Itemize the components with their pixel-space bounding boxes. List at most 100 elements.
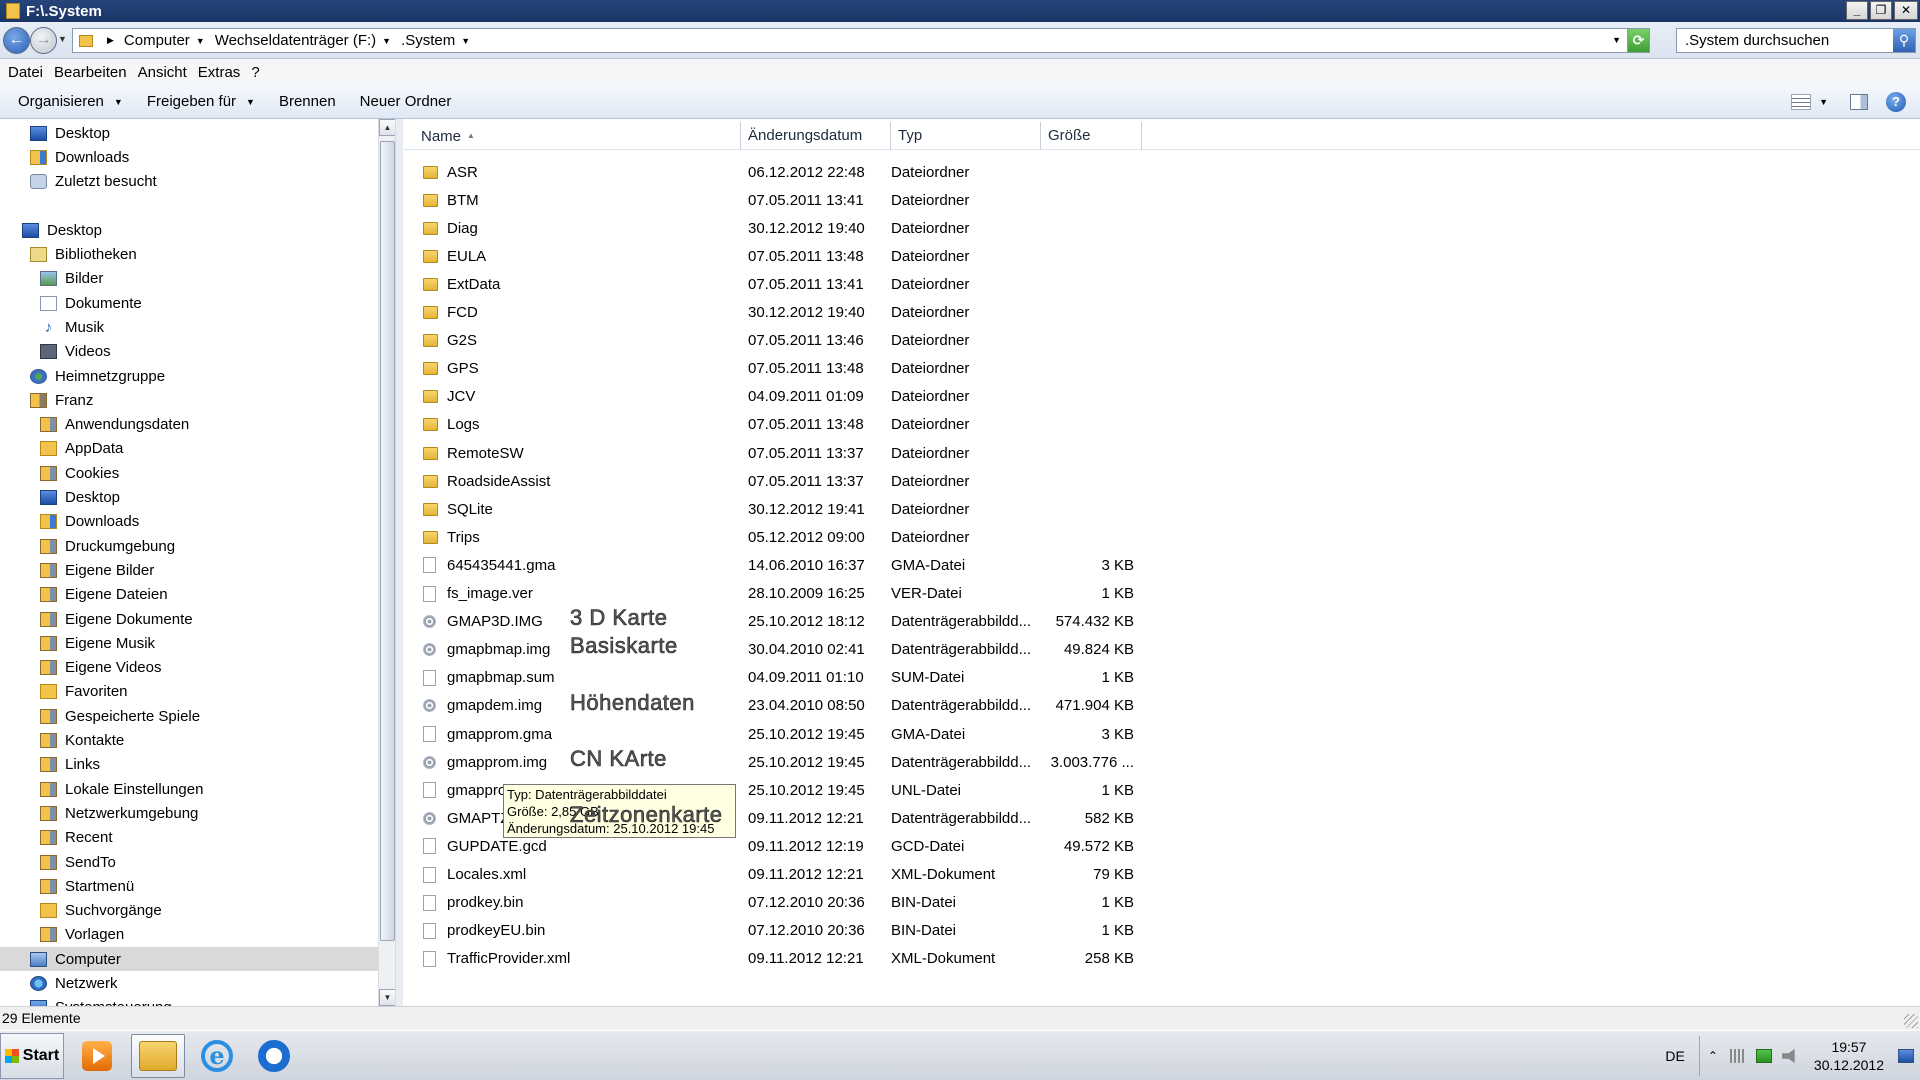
taskbar-internet-explorer[interactable]: e: [190, 1034, 244, 1078]
nav-item-bilder[interactable]: Bilder: [40, 267, 103, 291]
nav-item-druckumgebung[interactable]: Druckumgebung: [40, 534, 175, 558]
nav-item-eigene-bilder[interactable]: Eigene Bilder: [40, 558, 154, 582]
nav-item-franz[interactable]: Franz: [30, 388, 93, 412]
nav-item-eigene-dokumente[interactable]: Eigene Dokumente: [40, 607, 193, 631]
taskbar-teamviewer[interactable]: [247, 1034, 301, 1078]
nav-item-lokale-einstellungen[interactable]: Lokale Einstellungen: [40, 777, 203, 801]
breadcrumb-computer[interactable]: Computer ▼: [124, 32, 211, 49]
menu-edit[interactable]: Bearbeiten: [54, 64, 127, 81]
scroll-down-button[interactable]: ▼: [379, 989, 395, 1006]
file-row[interactable]: gmapprom.gma 25.10.2012 19:45 GMA-Datei 3 K…: [403, 720, 1920, 748]
back-button[interactable]: ←: [3, 27, 30, 54]
menu-view[interactable]: Ansicht: [138, 64, 187, 81]
nav-item-eigene-dateien[interactable]: Eigene Dateien: [40, 583, 168, 607]
forward-button[interactable]: →: [30, 27, 57, 54]
column-type[interactable]: Typ: [891, 122, 1041, 150]
view-details-icon[interactable]: [1791, 94, 1812, 110]
resize-grip[interactable]: [1904, 1014, 1918, 1028]
clock[interactable]: 19:57 30.12.2012: [1814, 1038, 1884, 1074]
volume-icon[interactable]: [1781, 1049, 1795, 1063]
folder-row[interactable]: RemoteSW 07.05.2011 13:37 Dateiordner: [403, 439, 1920, 467]
nav-item-desktop[interactable]: Desktop: [22, 218, 102, 242]
folder-row[interactable]: FCD 30.12.2012 19:40 Dateiordner: [403, 299, 1920, 327]
menu-extras[interactable]: Extras: [198, 64, 241, 81]
nav-item-recent[interactable]: Recent: [40, 826, 113, 850]
folder-row[interactable]: ExtData 07.05.2011 13:41 Dateiordner: [403, 270, 1920, 298]
nav-item-computer[interactable]: Computer: [0, 947, 378, 972]
breadcrumb-system[interactable]: .System ▼: [401, 32, 476, 49]
network-status-icon[interactable]: [1729, 1049, 1746, 1063]
folder-row[interactable]: RoadsideAssist 07.05.2011 13:37 Dateiordne…: [403, 467, 1920, 495]
nav-item-zuletzt-besucht[interactable]: Zuletzt besucht: [30, 170, 157, 194]
nav-item-anwendungsdaten[interactable]: Anwendungsdaten: [40, 413, 189, 437]
nav-item-suchvorgänge[interactable]: Suchvorgänge: [40, 899, 162, 923]
column-name[interactable]: Name ▲: [403, 122, 741, 150]
chevron-right-icon[interactable]: ▶: [107, 35, 114, 46]
show-desktop-button[interactable]: [1898, 1049, 1914, 1063]
nav-item-gespeicherte-spiele[interactable]: Gespeicherte Spiele: [40, 704, 200, 728]
address-bar[interactable]: ▶ Computer ▼ Wechseldatenträger (F:) ▼ .Sy…: [72, 28, 1650, 53]
nav-item-cookies[interactable]: Cookies: [40, 461, 119, 485]
burn-button[interactable]: Brennen: [279, 93, 336, 110]
folder-row[interactable]: Trips 05.12.2012 09:00 Dateiordner: [403, 523, 1920, 551]
nav-item-downloads[interactable]: Downloads: [40, 510, 139, 534]
search-input[interactable]: .System durchsuchen ⚲: [1676, 28, 1916, 53]
menu-file[interactable]: Datei: [8, 64, 43, 81]
address-history-dropdown[interactable]: ▼: [1612, 35, 1621, 45]
taskbar-explorer[interactable]: [131, 1034, 185, 1078]
nav-item-musik[interactable]: ♪ Musik: [40, 315, 104, 339]
restore-button[interactable]: ❐: [1870, 1, 1892, 20]
column-size[interactable]: Größe: [1041, 122, 1142, 150]
nav-item-netzwerkumgebung[interactable]: Netzwerkumgebung: [40, 801, 198, 825]
scroll-thumb[interactable]: [380, 141, 395, 941]
show-hidden-icons-icon[interactable]: ⌃: [1708, 1049, 1718, 1063]
pane-splitter[interactable]: [396, 119, 403, 1006]
nav-item-appdata[interactable]: AppData: [40, 437, 123, 461]
start-button[interactable]: Start: [0, 1033, 64, 1079]
nav-item-desktop[interactable]: Desktop: [30, 121, 110, 145]
column-date[interactable]: Änderungsdatum: [741, 122, 891, 150]
title-bar[interactable]: F:\.System _ ❐ ✕: [0, 0, 1920, 22]
breadcrumb-root[interactable]: ▶: [101, 35, 120, 46]
nav-item-links[interactable]: Links: [40, 753, 100, 777]
file-row[interactable]: prodkeyEU.bin 07.12.2010 20:36 BIN-Datei 1 …: [403, 917, 1920, 945]
file-row[interactable]: 645435441.gma 14.06.2010 16:37 GMA-Datei 3 …: [403, 551, 1920, 579]
nav-item-dokumente[interactable]: Dokumente: [40, 291, 142, 315]
nav-item-netzwerk[interactable]: Netzwerk: [30, 972, 118, 996]
folder-row[interactable]: ASR 06.12.2012 22:48 Dateiordner: [403, 158, 1920, 186]
folder-row[interactable]: Diag 30.12.2012 19:40 Dateiordner: [403, 214, 1920, 242]
folder-row[interactable]: EULA 07.05.2011 13:48 Dateiordner: [403, 242, 1920, 270]
nav-item-systemsteuerung[interactable]: Systemsteuerung: [30, 996, 172, 1006]
new-folder-button[interactable]: Neuer Ordner: [360, 93, 452, 110]
file-row[interactable]: fs_image.ver 28.10.2009 16:25 VER-Datei 1 K…: [403, 580, 1920, 608]
scroll-up-button[interactable]: ▲: [379, 119, 395, 136]
nav-item-bibliotheken[interactable]: Bibliotheken: [30, 243, 137, 267]
nav-scrollbar[interactable]: ▲ ▼: [378, 119, 395, 1006]
file-row[interactable]: Locales.xml 09.11.2012 12:21 XML-Dokument 7…: [403, 861, 1920, 889]
nav-item-kontakte[interactable]: Kontakte: [40, 729, 124, 753]
nav-item-eigene-videos[interactable]: Eigene Videos: [40, 656, 161, 680]
nav-item-heimnetzgruppe[interactable]: Heimnetzgruppe: [30, 364, 165, 388]
organize-button[interactable]: Organisieren ▼: [18, 93, 123, 110]
nav-item-sendto[interactable]: SendTo: [40, 850, 116, 874]
folder-row[interactable]: SQLite 30.12.2012 19:41 Dateiordner: [403, 495, 1920, 523]
refresh-button[interactable]: ⟳: [1627, 29, 1649, 52]
chevron-down-icon[interactable]: ▼: [461, 36, 470, 46]
nav-item-videos[interactable]: Videos: [40, 340, 111, 364]
preview-pane-button[interactable]: [1850, 94, 1868, 110]
search-icon[interactable]: ⚲: [1893, 29, 1915, 52]
file-row[interactable]: prodkey.bin 07.12.2010 20:36 BIN-Datei 1 KB: [403, 889, 1920, 917]
chevron-down-icon[interactable]: ▼: [196, 36, 205, 46]
nav-item-startmenü[interactable]: Startmenü: [40, 874, 134, 898]
folder-row[interactable]: G2S 07.05.2011 13:46 Dateiordner: [403, 327, 1920, 355]
language-indicator[interactable]: DE: [1665, 1048, 1684, 1064]
menu-help[interactable]: ?: [251, 64, 259, 81]
folder-row[interactable]: GPS 07.05.2011 13:48 Dateiordner: [403, 355, 1920, 383]
nav-item-vorlagen[interactable]: Vorlagen: [40, 923, 124, 947]
minimize-button[interactable]: _: [1846, 1, 1868, 20]
help-button[interactable]: ?: [1886, 92, 1906, 112]
chevron-down-icon[interactable]: ▼: [382, 36, 391, 46]
taskbar-media-player[interactable]: [70, 1034, 124, 1078]
nav-item-desktop[interactable]: Desktop: [40, 486, 120, 510]
safely-remove-icon[interactable]: [1755, 1049, 1772, 1063]
